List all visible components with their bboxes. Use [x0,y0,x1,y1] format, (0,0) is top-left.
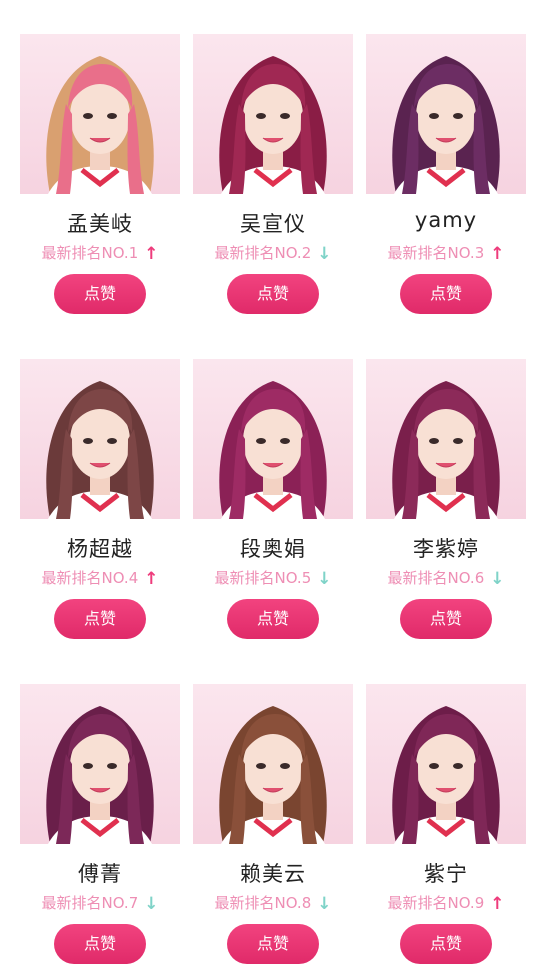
eye-right [107,763,117,769]
rank-text: 最新排名NO.5 [214,569,312,587]
rank-line: 最新排名NO.9 ↑ [359,892,533,914]
portrait-illustration [46,706,154,844]
rank-line: 最新排名NO.1 ↑ [13,242,187,264]
contestant-photo[interactable] [193,359,353,519]
eye-right [107,438,117,444]
contestant-name: 孟美岐 [67,212,133,236]
rank-text: 最新排名NO.2 [214,244,312,262]
contestant-photo[interactable] [193,684,353,844]
rank-down-arrow-icon: ↓ [317,894,332,914]
contestant-card: 段奥娟 最新排名NO.5 ↓ 点赞 [186,359,360,649]
rank-down-arrow-icon: ↓ [144,894,159,914]
portrait-illustration [392,381,500,519]
rank-line: 最新排名NO.6 ↓ [359,567,533,589]
eye-left [83,113,93,119]
eye-right [107,113,117,119]
contestant-name: 赖美云 [240,862,306,886]
eye-right [280,763,290,769]
eye-left [256,113,266,119]
contestant-grid: 孟美岐 最新排名NO.1 ↑ 点赞 吴宣仪 最新排名NO.2 ↓ 点赞 yamy 最… [0,0,550,966]
rank-text: 最新排名NO.7 [41,894,139,912]
portrait-illustration [219,706,327,844]
rank-down-arrow-icon: ↓ [490,569,505,589]
like-button[interactable]: 点赞 [54,274,146,314]
eye-right [280,113,290,119]
contestant-name: 傅菁 [78,862,122,886]
like-button[interactable]: 点赞 [227,599,319,639]
rank-line: 最新排名NO.8 ↓ [186,892,360,914]
contestant-card: 傅菁 最新排名NO.7 ↓ 点赞 [13,684,187,974]
portrait-illustration [46,56,154,194]
contestant-photo[interactable] [366,684,526,844]
rank-text: 最新排名NO.1 [41,244,139,262]
like-button[interactable]: 点赞 [400,274,492,314]
contestant-name: 李紫婷 [413,537,479,561]
contestant-name: yamy [414,208,478,232]
eye-right [453,438,463,444]
rank-line: 最新排名NO.7 ↓ [13,892,187,914]
contestant-name: 杨超越 [67,537,133,561]
rank-text: 最新排名NO.9 [387,894,485,912]
rank-line: 最新排名NO.4 ↑ [13,567,187,589]
like-button[interactable]: 点赞 [54,599,146,639]
like-button[interactable]: 点赞 [227,924,319,964]
eye-left [83,763,93,769]
contestant-photo[interactable] [20,359,180,519]
contestant-photo[interactable] [20,684,180,844]
eye-left [429,763,439,769]
like-button[interactable]: 点赞 [227,274,319,314]
contestant-card: 赖美云 最新排名NO.8 ↓ 点赞 [186,684,360,974]
rank-line: 最新排名NO.5 ↓ [186,567,360,589]
rank-text: 最新排名NO.3 [387,244,485,262]
portrait-illustration [219,56,327,194]
contestant-photo[interactable] [366,359,526,519]
contestant-photo[interactable] [193,34,353,194]
rank-line: 最新排名NO.2 ↓ [186,242,360,264]
rank-text: 最新排名NO.8 [214,894,312,912]
rank-text: 最新排名NO.6 [387,569,485,587]
contestant-card: 杨超越 最新排名NO.4 ↑ 点赞 [13,359,187,649]
rank-up-arrow-icon: ↑ [490,244,505,264]
contestant-card: 吴宣仪 最新排名NO.2 ↓ 点赞 [186,34,360,324]
eye-left [429,113,439,119]
contestant-photo[interactable] [366,34,526,194]
contestant-name: 吴宣仪 [240,212,306,236]
eye-left [256,438,266,444]
eye-right [280,438,290,444]
rank-up-arrow-icon: ↑ [144,569,159,589]
contestant-card: yamy 最新排名NO.3 ↑ 点赞 [359,34,533,324]
rank-up-arrow-icon: ↑ [490,894,505,914]
like-button[interactable]: 点赞 [400,599,492,639]
contestant-card: 紫宁 最新排名NO.9 ↑ 点赞 [359,684,533,974]
contestant-card: 孟美岐 最新排名NO.1 ↑ 点赞 [13,34,187,324]
eye-right [453,113,463,119]
eye-left [256,763,266,769]
portrait-illustration [392,56,500,194]
rank-line: 最新排名NO.3 ↑ [359,242,533,264]
eye-left [429,438,439,444]
rank-up-arrow-icon: ↑ [144,244,159,264]
contestant-name: 段奥娟 [240,537,306,561]
like-button[interactable]: 点赞 [400,924,492,964]
portrait-illustration [46,381,154,519]
portrait-illustration [219,381,327,519]
eye-left [83,438,93,444]
like-button[interactable]: 点赞 [54,924,146,964]
contestant-photo[interactable] [20,34,180,194]
portrait-illustration [392,706,500,844]
contestant-name: 紫宁 [424,862,468,886]
rank-text: 最新排名NO.4 [41,569,139,587]
rank-down-arrow-icon: ↓ [317,244,332,264]
contestant-card: 李紫婷 最新排名NO.6 ↓ 点赞 [359,359,533,649]
eye-right [453,763,463,769]
rank-down-arrow-icon: ↓ [317,569,332,589]
